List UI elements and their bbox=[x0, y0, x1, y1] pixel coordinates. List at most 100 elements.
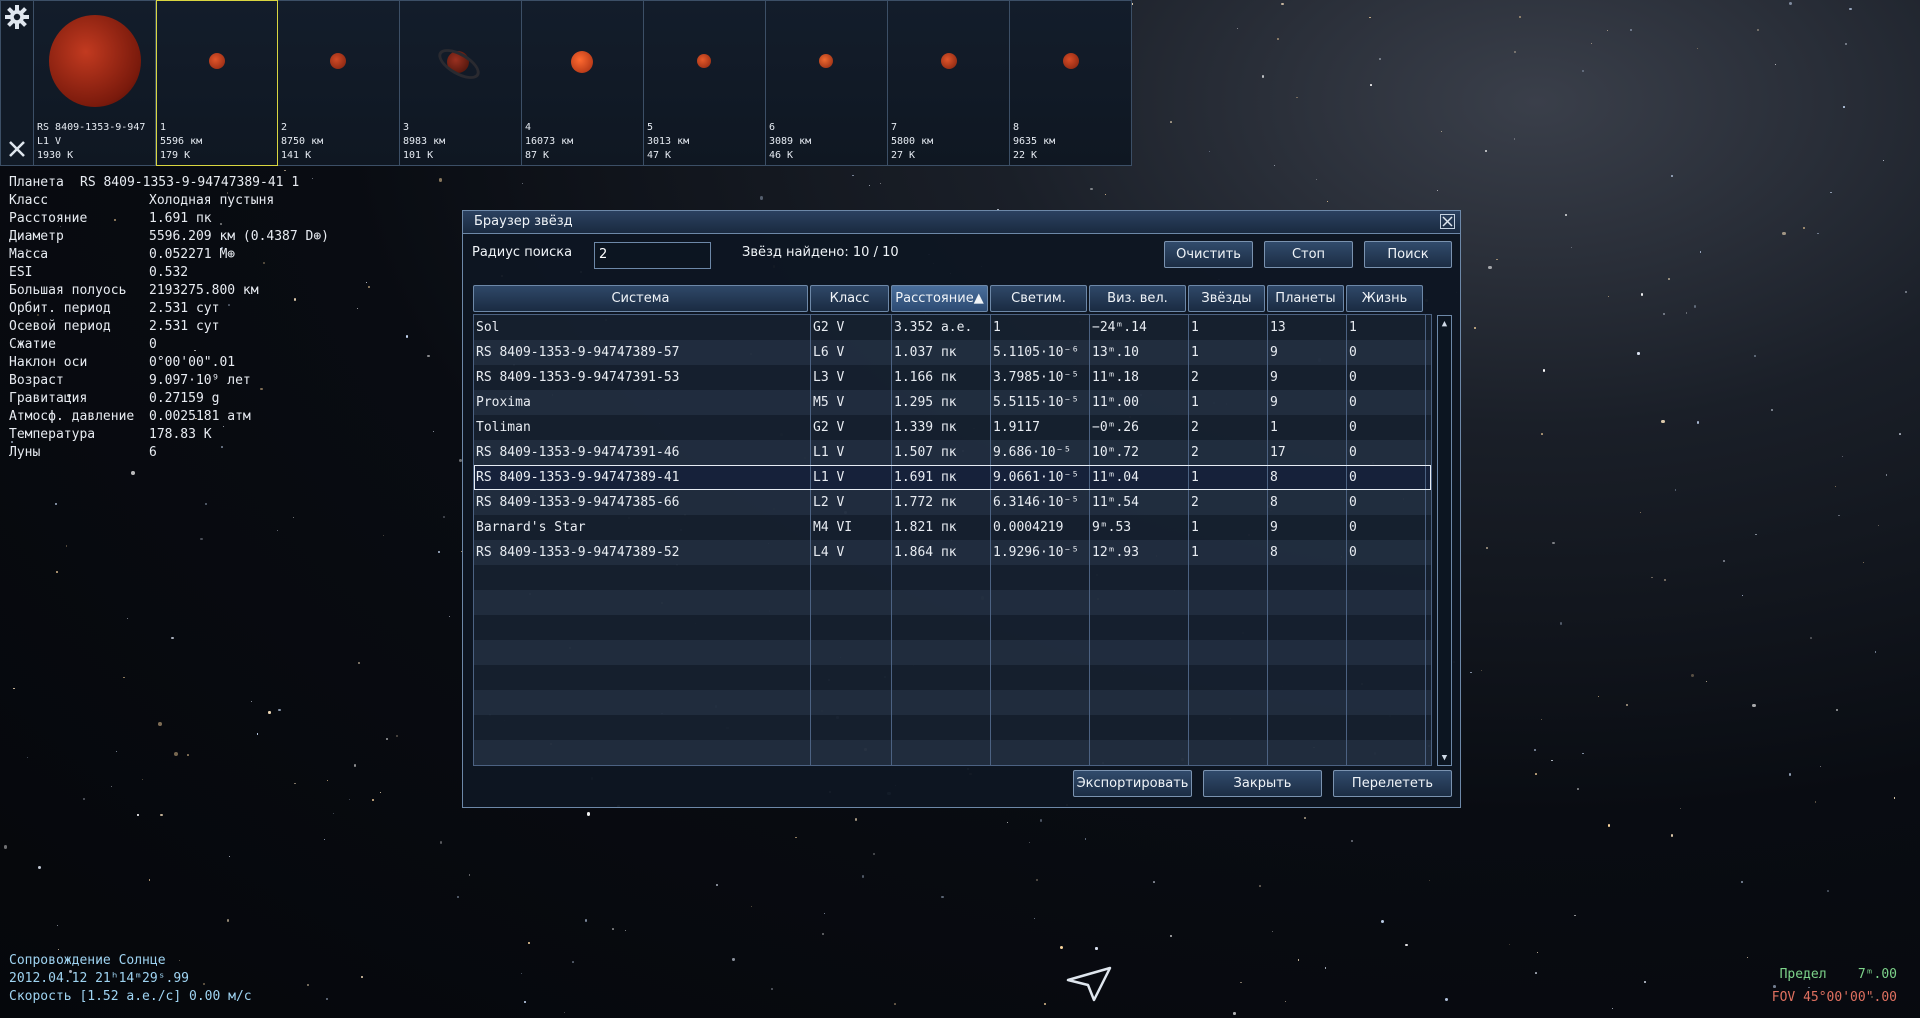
stop-button[interactable]: Стоп bbox=[1264, 241, 1353, 268]
star-dot bbox=[432, 431, 435, 433]
star-dot bbox=[1552, 541, 1555, 545]
table-scrollbar[interactable]: ▲ ▼ bbox=[1437, 315, 1452, 766]
follow-status[interactable]: Сопровождение Солнце bbox=[9, 952, 252, 970]
column-header[interactable]: Класс bbox=[810, 285, 889, 312]
dialog-close-icon[interactable] bbox=[1440, 214, 1455, 229]
search-radius-input[interactable]: 2 bbox=[594, 242, 711, 269]
table-body: Sol G2 V 3.352 а.е. 1 −24ᵐ.14 1 13 1 RS 8409-135… bbox=[473, 314, 1432, 766]
star-dot bbox=[1519, 16, 1522, 19]
star-dot bbox=[1304, 816, 1306, 819]
datetime-status[interactable]: 2012.04.12 21ʰ14ᵐ29ˢ.99 bbox=[9, 970, 252, 988]
thumbnail-planet[interactable]: 5 3013 км 47 K bbox=[644, 0, 766, 166]
star-dot bbox=[1637, 352, 1640, 355]
star-dot bbox=[1273, 164, 1275, 166]
table-cell: 0 bbox=[1347, 340, 1426, 365]
table-cell: L6 V bbox=[811, 340, 892, 365]
thumbnail-planet[interactable]: 4 16073 км 87 K bbox=[522, 0, 644, 166]
star-dot bbox=[1551, 759, 1553, 762]
star-dot bbox=[1405, 943, 1408, 947]
star-dot bbox=[1611, 1007, 1613, 1009]
table-row[interactable]: RS 8409-1353-9-94747389-57 L6 V 1.037 пк 5.… bbox=[474, 340, 1431, 365]
scroll-up-icon[interactable]: ▲ bbox=[1438, 316, 1451, 331]
table-row[interactable]: Barnard's Star M4 VI 1.821 пк 0.0004219 9ᵐ.5… bbox=[474, 515, 1431, 540]
clear-button[interactable]: Очистить bbox=[1164, 241, 1253, 268]
thumbnail-line3: 22 K bbox=[1013, 150, 1038, 161]
status-panel: Сопровождение Солнце 2012.04.12 21ʰ14ᵐ29… bbox=[9, 952, 252, 1006]
table-cell bbox=[1090, 740, 1189, 765]
star-table: Система Класс Расстояние▲ Светим. Виз. вел. З… bbox=[473, 285, 1434, 766]
thumbnail-caption: 2 8750 км 141 K bbox=[281, 121, 323, 163]
table-cell: 1 bbox=[1189, 315, 1268, 340]
fov-value: 45°00'00".00 bbox=[1803, 990, 1897, 1005]
table-cell bbox=[1090, 715, 1189, 740]
star-dot bbox=[65, 544, 68, 547]
navigation-arrow-icon[interactable] bbox=[1066, 966, 1114, 1008]
info-row: Температура 178.83 K bbox=[9, 426, 329, 444]
close-button[interactable]: Закрыть bbox=[1203, 770, 1322, 797]
thumbnail-line3: 101 K bbox=[403, 150, 434, 161]
table-cell bbox=[1347, 740, 1426, 765]
speed-status[interactable]: Скорость [1.52 а.е./с] 0.00 м/с bbox=[9, 988, 252, 1006]
table-cell bbox=[811, 615, 892, 640]
search-button[interactable]: Поиск bbox=[1364, 241, 1452, 268]
star-dot bbox=[1756, 29, 1759, 32]
thumbnail-planet[interactable]: 1 5596 км 179 K bbox=[156, 0, 278, 166]
star-dot bbox=[1788, 773, 1792, 776]
column-header[interactable]: Виз. вел. bbox=[1089, 285, 1186, 312]
thumbnail-planet[interactable]: 3 8983 км 101 K bbox=[400, 0, 522, 166]
table-row[interactable]: RS 8409-1353-9-94747391-53 L3 V 1.166 пк 3.… bbox=[474, 365, 1431, 390]
star-dot bbox=[1651, 576, 1653, 579]
export-button[interactable]: Экспортировать bbox=[1073, 770, 1192, 797]
table-cell bbox=[991, 740, 1090, 765]
limit-status[interactable]: Предел 7ᵐ.00 bbox=[1780, 966, 1897, 984]
table-row[interactable]: Sol G2 V 3.352 а.е. 1 −24ᵐ.14 1 13 1 bbox=[474, 315, 1431, 340]
star-dot bbox=[1379, 57, 1382, 60]
thumbnail-planet[interactable]: 6 3089 км 46 K bbox=[766, 0, 888, 166]
column-header[interactable]: Жизнь bbox=[1346, 285, 1423, 312]
star-dot bbox=[360, 975, 363, 978]
table-row[interactable]: RS 8409-1353-9-94747391-46 L1 V 1.507 пк 9.… bbox=[474, 440, 1431, 465]
star-dot bbox=[200, 537, 203, 541]
star-dot bbox=[468, 873, 471, 876]
table-cell: 2 bbox=[1189, 365, 1268, 390]
fly-to-button[interactable]: Перелететь bbox=[1333, 770, 1452, 797]
star-dot bbox=[348, 799, 350, 801]
table-cell bbox=[892, 690, 991, 715]
thumbnail-caption: 7 5800 км 27 K bbox=[891, 121, 933, 163]
table-cell bbox=[1268, 640, 1347, 665]
table-row[interactable]: Toliman G2 V 1.339 пк 1.9117 −0ᵐ.26 2 1 0 bbox=[474, 415, 1431, 440]
column-header[interactable]: Звёзды bbox=[1188, 285, 1265, 312]
table-cell bbox=[1189, 565, 1268, 590]
table-row[interactable]: RS 8409-1353-9-94747389-41 L1 V 1.691 пк 9.… bbox=[474, 465, 1431, 490]
star-dot bbox=[1536, 952, 1538, 954]
star-dot bbox=[449, 616, 451, 618]
star-dot bbox=[1607, 824, 1611, 827]
column-header[interactable]: Светим. bbox=[990, 285, 1087, 312]
table-row[interactable]: RS 8409-1353-9-94747389-52 L4 V 1.864 пк 1.… bbox=[474, 540, 1431, 565]
star-dot bbox=[823, 912, 826, 915]
info-row: Сжатие 0 bbox=[9, 336, 329, 354]
column-header[interactable]: Система bbox=[473, 285, 808, 312]
column-header[interactable]: Планеты bbox=[1267, 285, 1344, 312]
table-cell: 1.9117 bbox=[991, 415, 1090, 440]
star-dot bbox=[1485, 547, 1488, 550]
scroll-down-icon[interactable]: ▼ bbox=[1438, 750, 1451, 765]
info-key: Орбит. период bbox=[9, 301, 111, 316]
close-icon[interactable] bbox=[3, 135, 31, 163]
table-cell: 9ᵐ.53 bbox=[1090, 515, 1189, 540]
thumbnail-planet[interactable]: 8 9635 км 22 K bbox=[1010, 0, 1132, 166]
fov-status[interactable]: FOV 45°00'00".00 bbox=[1772, 989, 1897, 1007]
info-row: Возраст 9.097·10⁹ лет bbox=[9, 372, 329, 390]
column-header[interactable]: Расстояние▲ bbox=[891, 285, 988, 312]
thumbnail-star[interactable]: RS 8409-1353-9-947 L1 V 1930 K bbox=[34, 0, 156, 166]
table-cell: 1.166 пк bbox=[892, 365, 991, 390]
star-dot bbox=[1509, 944, 1511, 946]
star-dot bbox=[852, 174, 854, 176]
star-dot bbox=[1474, 326, 1477, 330]
table-row[interactable]: RS 8409-1353-9-94747385-66 L2 V 1.772 пк 6.… bbox=[474, 490, 1431, 515]
gear-icon[interactable] bbox=[3, 3, 31, 31]
star-dot bbox=[586, 812, 591, 817]
thumbnail-planet[interactable]: 7 5800 км 27 K bbox=[888, 0, 1010, 166]
thumbnail-planet[interactable]: 2 8750 км 141 K bbox=[278, 0, 400, 166]
table-row[interactable]: Proxima M5 V 1.295 пк 5.5115·10⁻⁵ 11ᵐ.00 1 9 0 bbox=[474, 390, 1431, 415]
